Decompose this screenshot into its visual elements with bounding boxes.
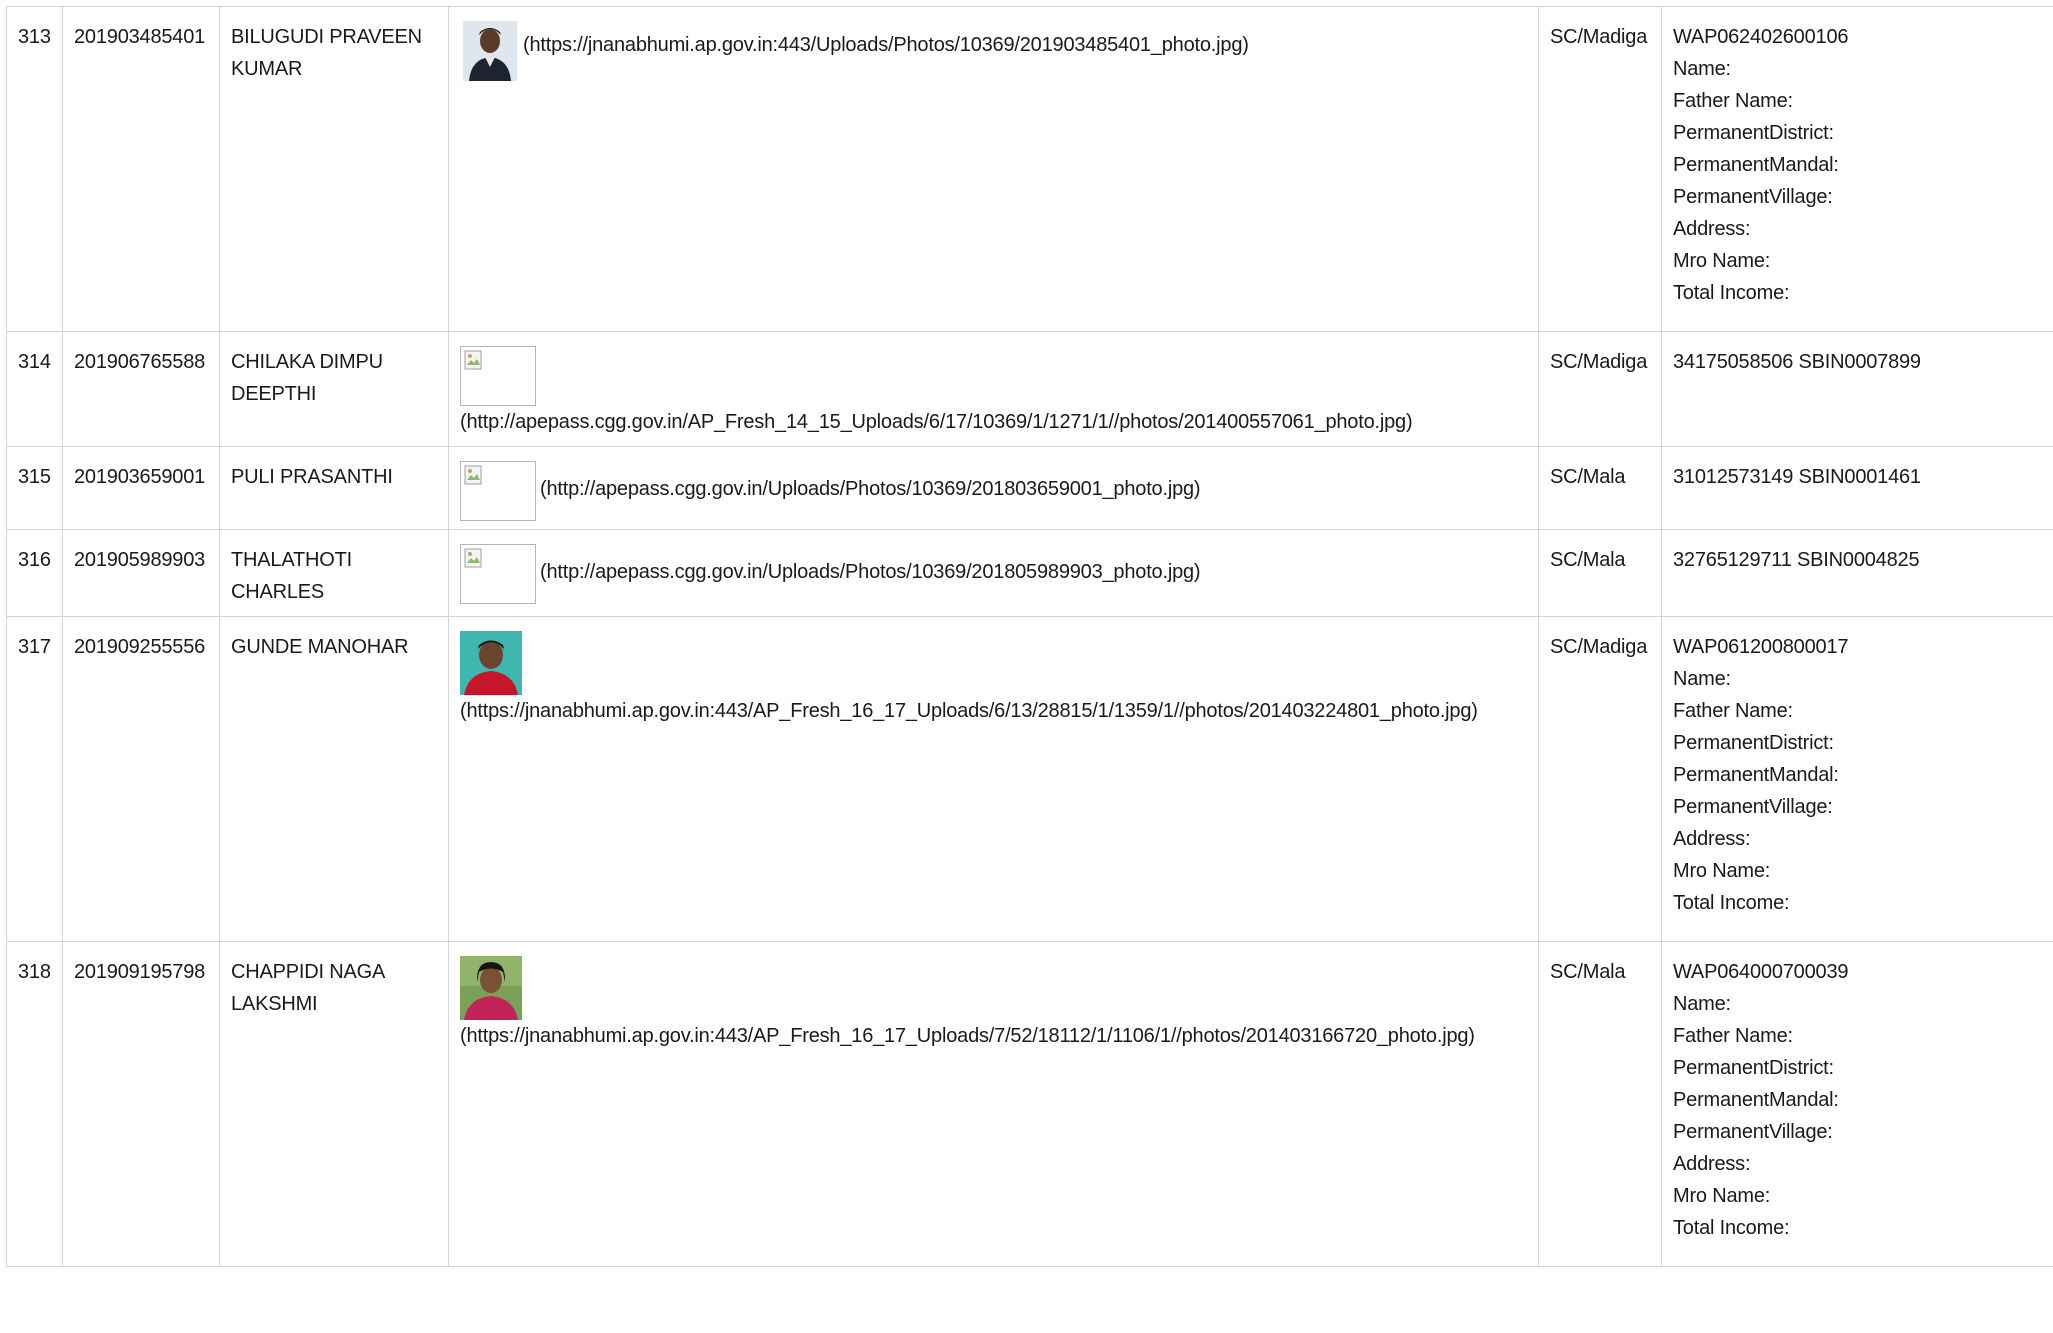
serial-number-cell: 314 [6,331,63,447]
account-number: 32765129711 SBIN0004825 [1673,549,1920,571]
table-row: 317 201909255556 GUNDE MANOHAR (https://… [6,616,2053,942]
table-row: 313 201903485401 BILUGUDI PRAVEEN KUMAR … [6,6,2053,332]
detail-village-label: PermanentVillage: [1673,186,1833,208]
serial-number-cell: 318 [6,941,63,1267]
account-number: 34175058506 SBIN0007899 [1673,351,1921,373]
detail-mro-name-label: Mro Name: [1673,250,1771,272]
account-number: WAP061200800017 [1673,636,1849,658]
detail-district-label: PermanentDistrict: [1673,122,1834,144]
bank-details-cell: WAP064000700039 Name: Father Name: Perma… [1661,941,2053,1267]
detail-village-label: PermanentVillage: [1673,1121,1833,1143]
student-name-cell: CHILAKA DIMPU DEEPTHI [219,331,449,447]
detail-name-label: Name: [1673,58,1731,80]
account-number: WAP064000700039 [1673,961,1849,983]
photo-url: (http://apepass.cgg.gov.in/Uploads/Photo… [540,561,1201,583]
student-photo [460,631,522,695]
student-records-table: 313 201903485401 BILUGUDI PRAVEEN KUMAR … [6,6,2053,1267]
table-row: 315 201903659001 PULI PRASANTHI (http://… [6,446,2053,530]
photo-cell: (https://jnanabhumi.ap.gov.in:443/AP_Fre… [448,941,1539,1267]
broken-image-icon [460,461,536,521]
photo-url: (https://jnanabhumi.ap.gov.in:443/AP_Fre… [460,700,1478,722]
photo-url: (https://jnanabhumi.ap.gov.in:443/Upload… [523,34,1249,56]
student-name-cell: PULI PRASANTHI [219,446,449,530]
table-row: 314 201906765588 CHILAKA DIMPU DEEPTHI (… [6,331,2053,447]
broken-image-icon [460,346,536,406]
detail-name-label: Name: [1673,993,1731,1015]
bank-details-cell: 32765129711 SBIN0004825 [1661,529,2053,617]
table-row: 316 201905989903 THALATHOTI CHARLES (htt… [6,529,2053,617]
student-name-cell: THALATHOTI CHARLES [219,529,449,617]
detail-name-label: Name: [1673,668,1731,690]
photo-url: (http://apepass.cgg.gov.in/Uploads/Photo… [540,478,1201,500]
detail-mandal-label: PermanentMandal: [1673,154,1839,176]
bank-details-cell: 31012573149 SBIN0001461 [1661,446,2053,530]
category-cell: SC/Mala [1538,941,1662,1267]
detail-village-label: PermanentVillage: [1673,796,1833,818]
broken-image-icon [460,544,536,604]
application-id-cell: 201909195798 [62,941,220,1267]
serial-number-cell: 313 [6,6,63,332]
detail-mandal-label: PermanentMandal: [1673,1089,1839,1111]
photo-cell: (http://apepass.cgg.gov.in/AP_Fresh_14_1… [448,331,1539,447]
bank-details-cell: 34175058506 SBIN0007899 [1661,331,2053,447]
category-cell: SC/Mala [1538,529,1662,617]
detail-total-income-label: Total Income: [1673,1217,1790,1239]
detail-district-label: PermanentDistrict: [1673,732,1834,754]
application-id-cell: 201903659001 [62,446,220,530]
detail-total-income-label: Total Income: [1673,282,1790,304]
detail-address-label: Address: [1673,1153,1751,1175]
account-number: 31012573149 SBIN0001461 [1673,466,1921,488]
photo-cell: (https://jnanabhumi.ap.gov.in:443/Upload… [448,6,1539,332]
detail-address-label: Address: [1673,218,1751,240]
account-number: WAP062402600106 [1673,26,1849,48]
student-photo [460,956,522,1020]
application-id-cell: 201903485401 [62,6,220,332]
bank-details-cell: WAP062402600106 Name: Father Name: Perma… [1661,6,2053,332]
photo-cell: (http://apepass.cgg.gov.in/Uploads/Photo… [448,529,1539,617]
application-id-cell: 201909255556 [62,616,220,942]
student-name-cell: CHAPPIDI NAGA LAKSHMI [219,941,449,1267]
category-cell: SC/Madiga [1538,6,1662,332]
detail-father-name-label: Father Name: [1673,90,1793,112]
photo-cell: (https://jnanabhumi.ap.gov.in:443/AP_Fre… [448,616,1539,942]
application-id-cell: 201906765588 [62,331,220,447]
category-cell: SC/Madiga [1538,331,1662,447]
application-id-cell: 201905989903 [62,529,220,617]
photo-url: (https://jnanabhumi.ap.gov.in:443/AP_Fre… [460,1025,1475,1047]
bank-details-cell: WAP061200800017 Name: Father Name: Perma… [1661,616,2053,942]
photo-cell: (http://apepass.cgg.gov.in/Uploads/Photo… [448,446,1539,530]
serial-number-cell: 315 [6,446,63,530]
detail-district-label: PermanentDistrict: [1673,1057,1834,1079]
table-row: 318 201909195798 CHAPPIDI NAGA LAKSHMI (… [6,941,2053,1267]
detail-father-name-label: Father Name: [1673,1025,1793,1047]
serial-number-cell: 317 [6,616,63,942]
detail-mro-name-label: Mro Name: [1673,860,1771,882]
detail-total-income-label: Total Income: [1673,892,1790,914]
student-photo [463,21,517,81]
detail-address-label: Address: [1673,828,1751,850]
serial-number-cell: 316 [6,529,63,617]
detail-mro-name-label: Mro Name: [1673,1185,1771,1207]
student-name-cell: GUNDE MANOHAR [219,616,449,942]
category-cell: SC/Madiga [1538,616,1662,942]
category-cell: SC/Mala [1538,446,1662,530]
detail-father-name-label: Father Name: [1673,700,1793,722]
photo-url: (http://apepass.cgg.gov.in/AP_Fresh_14_1… [460,411,1413,433]
detail-mandal-label: PermanentMandal: [1673,764,1839,786]
student-name-cell: BILUGUDI PRAVEEN KUMAR [219,6,449,332]
